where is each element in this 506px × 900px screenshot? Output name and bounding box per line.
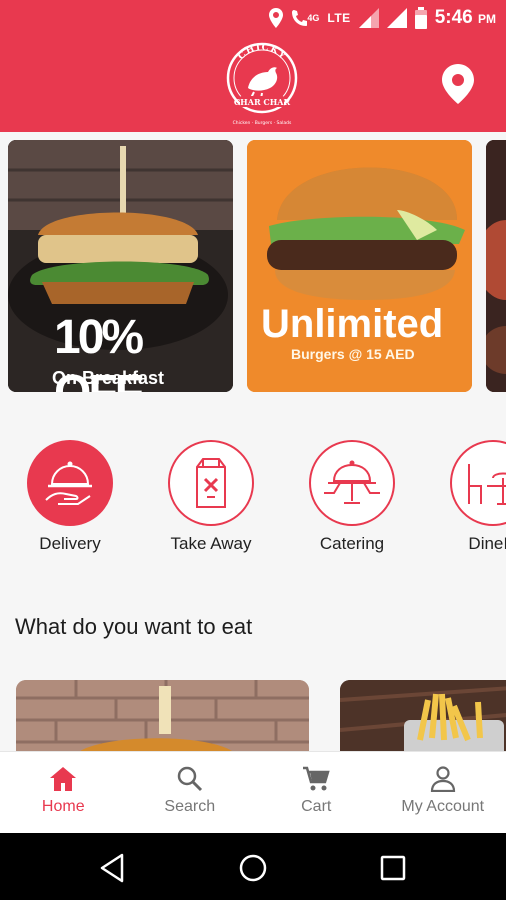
dinein-circle[interactable]	[450, 440, 506, 526]
nav-search[interactable]: Search	[127, 752, 254, 833]
location-status-icon	[269, 8, 284, 28]
clock: 5:46 PM	[435, 7, 496, 29]
food-card-burger[interactable]	[16, 680, 309, 760]
food-card-fries[interactable]	[340, 680, 506, 760]
promo-banner-partial[interactable]	[486, 140, 506, 392]
service-label: Delivery	[39, 534, 101, 553]
service-label: DineIn	[468, 534, 506, 553]
promo-banner-unlimited[interactable]: Unlimited Burgers @ 15 AED	[247, 140, 472, 392]
home-icon	[50, 767, 77, 791]
brand-logo[interactable]: CHICKY CHAR CHAR Chicken · Burgers · Sal…	[222, 40, 302, 128]
service-take-away[interactable]: Take Away	[141, 440, 281, 554]
status-icons: 4G LTE 5:46 PM	[269, 4, 496, 32]
wifi-call-icon: 4G	[291, 9, 319, 27]
take-away-circle[interactable]	[168, 440, 254, 526]
back-icon[interactable]	[96, 851, 130, 885]
status-bar: 4G LTE 5:46 PM	[0, 0, 506, 36]
app-screen: 4G LTE 5:46 PM CHICKY CHAR CHAR Chicken …	[0, 0, 506, 900]
logo-bottom-text: CHAR CHAR	[234, 97, 291, 107]
fries-card-image	[340, 680, 506, 760]
system-navigation-bar	[0, 833, 506, 900]
promo-headline: Unlimited	[261, 302, 444, 346]
bottom-navigation: Home Search Cart My Account	[0, 751, 506, 833]
cart-icon	[303, 766, 330, 791]
logo-top-text: CHICKY	[236, 43, 286, 62]
promo-subline: Burgers @ 15 AED	[291, 346, 415, 362]
home-button-icon[interactable]	[236, 851, 270, 885]
network-type: 4G	[307, 13, 320, 23]
lte-label: LTE	[327, 11, 351, 25]
battery-icon	[414, 7, 427, 29]
nav-home[interactable]: Home	[0, 752, 127, 833]
burger-card-image	[16, 680, 309, 760]
cloche-hand-icon	[45, 461, 92, 505]
promo-subline: On Breakfast	[52, 368, 165, 388]
nav-cart[interactable]: Cart	[253, 752, 380, 833]
service-options: Delivery Take Away Catering DineI	[0, 440, 506, 564]
svg-text:CHICKY: CHICKY	[236, 43, 287, 62]
service-label: Take Away	[170, 534, 252, 553]
logo-tagline: Chicken · Burgers · Salads	[233, 120, 292, 126]
dinein-icon	[468, 464, 506, 505]
nav-my-account[interactable]: My Account	[380, 752, 506, 833]
service-delivery[interactable]: Delivery	[0, 440, 140, 554]
nav-label: Home	[41, 798, 85, 815]
service-label: Catering	[319, 534, 385, 553]
search-icon	[177, 766, 202, 792]
catering-icon	[324, 460, 380, 504]
promo-carousel[interactable]: 10% OFF On Breakfast Unlimited Burgers @…	[0, 132, 506, 404]
signal-icon-2	[386, 8, 407, 28]
partial-banner-image	[486, 140, 506, 392]
section-title: What do you want to eat	[15, 614, 253, 639]
service-dinein[interactable]: DineIn	[423, 440, 506, 554]
account-icon	[430, 766, 455, 792]
delivery-circle[interactable]	[27, 440, 113, 526]
clock-time: 5:46	[434, 7, 473, 28]
location-pin-icon[interactable]	[441, 64, 475, 104]
clock-ampm: PM	[478, 12, 496, 26]
bag-icon	[196, 458, 226, 508]
nav-label: Cart	[301, 798, 332, 815]
nav-label: Search	[164, 798, 216, 815]
app-header: 4G LTE 5:46 PM CHICKY CHAR CHAR Chicken …	[0, 0, 506, 132]
service-catering[interactable]: Catering	[282, 440, 422, 554]
recents-icon[interactable]	[376, 851, 410, 885]
nav-label: My Account	[401, 798, 485, 815]
promo-banner-breakfast[interactable]: 10% OFF On Breakfast	[8, 140, 233, 392]
catering-circle[interactable]	[309, 440, 395, 526]
signal-icon-1	[358, 8, 379, 28]
